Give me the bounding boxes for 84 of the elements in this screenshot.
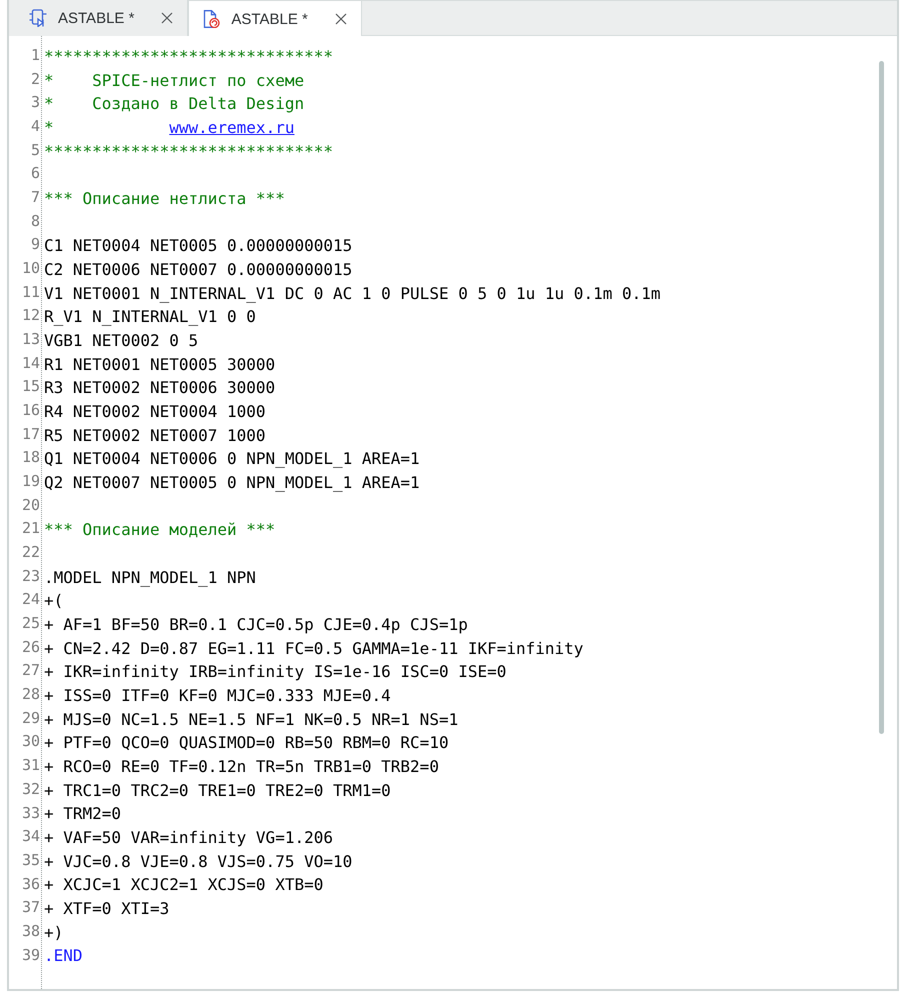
code-line: Q2 NET0007 NET0005 0 NPN_MODEL_1 AREA=1 xyxy=(44,472,420,493)
line-number: 19 xyxy=(22,471,40,492)
code-line: ****************************** xyxy=(44,46,333,67)
code-line: + TRC1=0 TRC2=0 TRE1=0 TRE2=0 TRM1=0 xyxy=(44,780,391,801)
line-number: 23 xyxy=(22,566,40,586)
line-number: 8 xyxy=(30,210,40,231)
line-number: 31 xyxy=(22,755,40,776)
close-icon[interactable] xyxy=(334,13,347,25)
code-line: + RCO=0 RE=0 TF=0.12n TR=5n TRB1=0 TRB2=0 xyxy=(44,756,439,777)
code-line: R3 NET0002 NET0006 30000 xyxy=(44,378,276,398)
code-line: + CN=2.42 D=0.87 EG=1.11 FC=0.5 GAMMA=1e-11 IKF=infinity xyxy=(44,638,584,659)
code-line: + AF=1 BF=50 BR=0.1 CJC=0.5p CJE=0.4p CJS=1p xyxy=(44,614,468,635)
line-number: 17 xyxy=(22,424,40,444)
code-line: ****************************** xyxy=(44,142,333,162)
line-number: 1 xyxy=(30,45,40,65)
line-number: 5 xyxy=(30,140,40,160)
code-line: *** Описание моделей *** xyxy=(44,520,276,540)
tab[interactable]: ASTABLE * xyxy=(188,0,362,37)
code-line: + ISS=0 ITF=0 KF=0 MJC=0.333 MJE=0.4 xyxy=(44,686,391,706)
line-number: 22 xyxy=(22,542,40,562)
line-number: 28 xyxy=(22,684,40,704)
line-number: 7 xyxy=(30,187,40,208)
code-line: + TRM2=0 xyxy=(44,804,122,824)
code-line: V1 NET0001 N_INTERNAL_V1 DC 0 AC 1 0 PULSE 0 5 0 1u 1u 0.1m 0.1m xyxy=(44,284,660,304)
line-number: 24 xyxy=(22,589,40,610)
code-line: +) xyxy=(44,922,64,943)
line-number: 16 xyxy=(22,400,40,420)
code-line: + VJC=0.8 VJE=0.8 VJS=0.75 VO=10 xyxy=(44,852,352,872)
circuit-icon xyxy=(29,9,47,27)
scrollbar[interactable] xyxy=(879,61,884,734)
line-number: 9 xyxy=(30,234,40,254)
line-number: 20 xyxy=(22,494,40,515)
code-line: + IKR=infinity IRB=infinity IS=1e-16 ISC=0 ISE=0 xyxy=(44,662,506,682)
close-icon[interactable] xyxy=(161,12,174,24)
line-number: 32 xyxy=(22,778,40,799)
line-number: 36 xyxy=(22,874,40,894)
line-number: 38 xyxy=(22,920,40,941)
line-number: 21 xyxy=(22,518,40,538)
line-number: 12 xyxy=(22,305,40,326)
line-number: 27 xyxy=(22,660,40,680)
code-line: R1 NET0001 NET0005 30000 xyxy=(44,354,276,375)
code-line: R4 NET0002 NET0004 1000 xyxy=(44,402,266,422)
code-line: *** Описание нетлиста *** xyxy=(44,188,285,209)
line-number: 29 xyxy=(22,708,40,728)
tab-label: ASTABLE * xyxy=(58,10,134,26)
line-number: 18 xyxy=(22,447,40,468)
code-line: + MJS=0 NC=1.5 NE=1.5 NF=1 NK=0.5 NR=1 NS=1 xyxy=(44,710,458,730)
line-number: 13 xyxy=(22,329,40,350)
line-number: 39 xyxy=(22,944,40,965)
line-number: 2 xyxy=(30,68,40,89)
code-line: Q1 NET0004 NET0006 0 NPN_MODEL_1 AREA=1 xyxy=(44,449,420,470)
code-line: + XCJC=1 XCJC2=1 XCJS=0 XTB=0 xyxy=(44,875,324,896)
code-line: R_V1 N_INTERNAL_V1 0 0 xyxy=(44,307,256,328)
code-line: C2 NET0006 NET0007 0.00000000015 xyxy=(44,260,352,280)
code-line: * www.eremex.ru xyxy=(44,118,294,138)
line-number: 4 xyxy=(30,116,40,136)
code-line: +( xyxy=(44,591,64,612)
code-line: * SPICE-нетлист по схеме xyxy=(44,70,304,90)
line-number: 3 xyxy=(30,92,40,112)
code-line: + XTF=0 XTI=3 xyxy=(44,899,170,920)
tab[interactable]: ASTABLE * xyxy=(9,0,188,36)
code-line: + PTF=0 QCO=0 QUASIMOD=0 RB=50 RBM=0 RC=10 xyxy=(44,733,449,754)
line-number: 6 xyxy=(30,163,40,184)
link[interactable]: www.eremex.ru xyxy=(169,118,294,137)
code-line: * Создано в Delta Design xyxy=(44,94,304,114)
code-line: C1 NET0004 NET0005 0.00000000015 xyxy=(44,236,352,256)
line-number: 35 xyxy=(22,850,40,870)
line-number: 14 xyxy=(22,352,40,373)
line-number: 26 xyxy=(22,636,40,657)
code-line: R5 NET0002 NET0007 1000 xyxy=(44,426,266,446)
code-line: .END xyxy=(44,946,83,966)
line-number: 25 xyxy=(22,613,40,634)
line-number: 10 xyxy=(22,258,40,278)
line-number: 15 xyxy=(22,376,40,396)
code-line: .MODEL NPN_MODEL_1 NPN xyxy=(44,568,256,588)
line-number: 11 xyxy=(22,282,40,302)
tab-label: ASTABLE * xyxy=(231,10,308,28)
line-number: 34 xyxy=(22,826,40,846)
code-line: VGB1 NET0002 0 5 xyxy=(44,330,198,351)
line-number: 30 xyxy=(22,731,40,752)
line-number: 33 xyxy=(22,802,40,822)
code-line: + VAF=50 VAR=infinity VG=1.206 xyxy=(44,828,333,848)
document-icon xyxy=(202,10,220,28)
line-number: 37 xyxy=(22,897,40,918)
